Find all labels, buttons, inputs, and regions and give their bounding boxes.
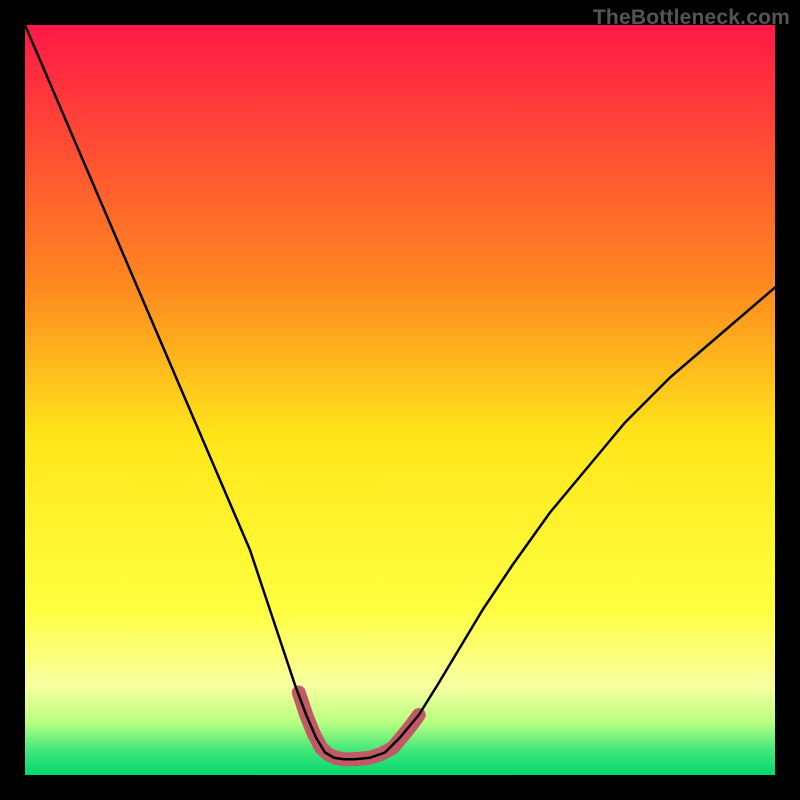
plot-area (25, 25, 775, 775)
chart-frame: TheBottleneck.com (0, 0, 800, 800)
watermark-text: TheBottleneck.com (593, 6, 790, 30)
bottleneck-chart (25, 25, 775, 775)
gradient-background (25, 25, 775, 775)
